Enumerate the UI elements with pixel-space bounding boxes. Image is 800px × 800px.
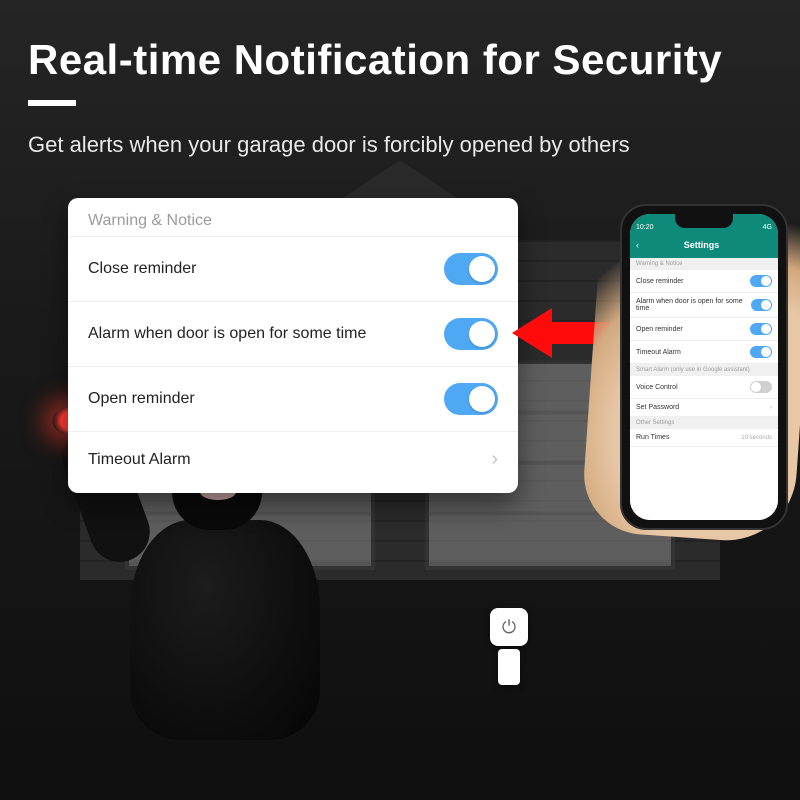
phone-row-label: Alarm when door is open for some time (636, 298, 751, 312)
title-underline (28, 100, 76, 106)
row-timeout-alarm[interactable]: Timeout Alarm › (68, 431, 518, 487)
toggle-open-reminder[interactable] (444, 383, 498, 415)
row-label: Alarm when door is open for some time (88, 325, 444, 343)
hero-subtitle: Get alerts when your garage door is forc… (28, 132, 772, 158)
phone-row-label: Set Password (636, 404, 679, 411)
phone-section-header: Warning & Notice (630, 258, 778, 270)
phone-mockup: 10:20 4G ‹ Settings Warning & NoticeClos… (620, 204, 788, 530)
phone-settings-row[interactable]: Set Password › (630, 399, 778, 417)
phone-settings-row[interactable]: Close reminder (630, 270, 778, 293)
phone-row-label: Run Times (636, 434, 669, 441)
phone-row-label: Open reminder (636, 326, 683, 333)
phone-settings-row[interactable]: Timeout Alarm (630, 341, 778, 364)
door-sensor-icon: ⏻ (490, 608, 528, 646)
chevron-right-icon: › (491, 448, 498, 471)
phone-section-header: Smart Alarm (only use in Google assistan… (630, 364, 778, 376)
phone-settings-row[interactable]: Run Times 10 seconds (630, 429, 778, 447)
phone-settings-row[interactable]: Alarm when door is open for some time (630, 293, 778, 318)
phone-section-header: Other Settings (630, 417, 778, 429)
phone-row-label: Timeout Alarm (636, 349, 681, 356)
chevron-right-icon: › (770, 405, 772, 411)
row-close-reminder[interactable]: Close reminder (68, 236, 518, 301)
settings-card: Warning & Notice Close reminder Alarm wh… (68, 198, 518, 493)
phone-app-bar: ‹ Settings (630, 232, 778, 258)
toggle-close-reminder[interactable] (444, 253, 498, 285)
phone-toggle[interactable] (750, 381, 772, 393)
row-alarm-open-time[interactable]: Alarm when door is open for some time (68, 301, 518, 366)
row-label: Timeout Alarm (88, 451, 491, 469)
phone-settings-row[interactable]: Voice Control (630, 376, 778, 399)
phone-toggle[interactable] (750, 323, 772, 335)
phone-toggle[interactable] (750, 346, 772, 358)
card-section-title: Warning & Notice (68, 212, 518, 236)
phone-row-label: Close reminder (636, 278, 683, 285)
toggle-alarm-open-time[interactable] (444, 318, 498, 350)
phone-toggle[interactable] (751, 299, 772, 311)
door-sensor-strip-icon (498, 649, 520, 685)
row-open-reminder[interactable]: Open reminder (68, 366, 518, 431)
phone-row-value: 10 seconds (741, 435, 772, 441)
phone-settings-row[interactable]: Open reminder (630, 318, 778, 341)
phone-page-title: Settings (639, 240, 764, 250)
hero-title: Real-time Notification for Security (28, 36, 772, 106)
phone-toggle[interactable] (750, 275, 772, 287)
phone-row-label: Voice Control (636, 384, 678, 391)
row-label: Close reminder (88, 260, 444, 278)
row-label: Open reminder (88, 390, 444, 408)
